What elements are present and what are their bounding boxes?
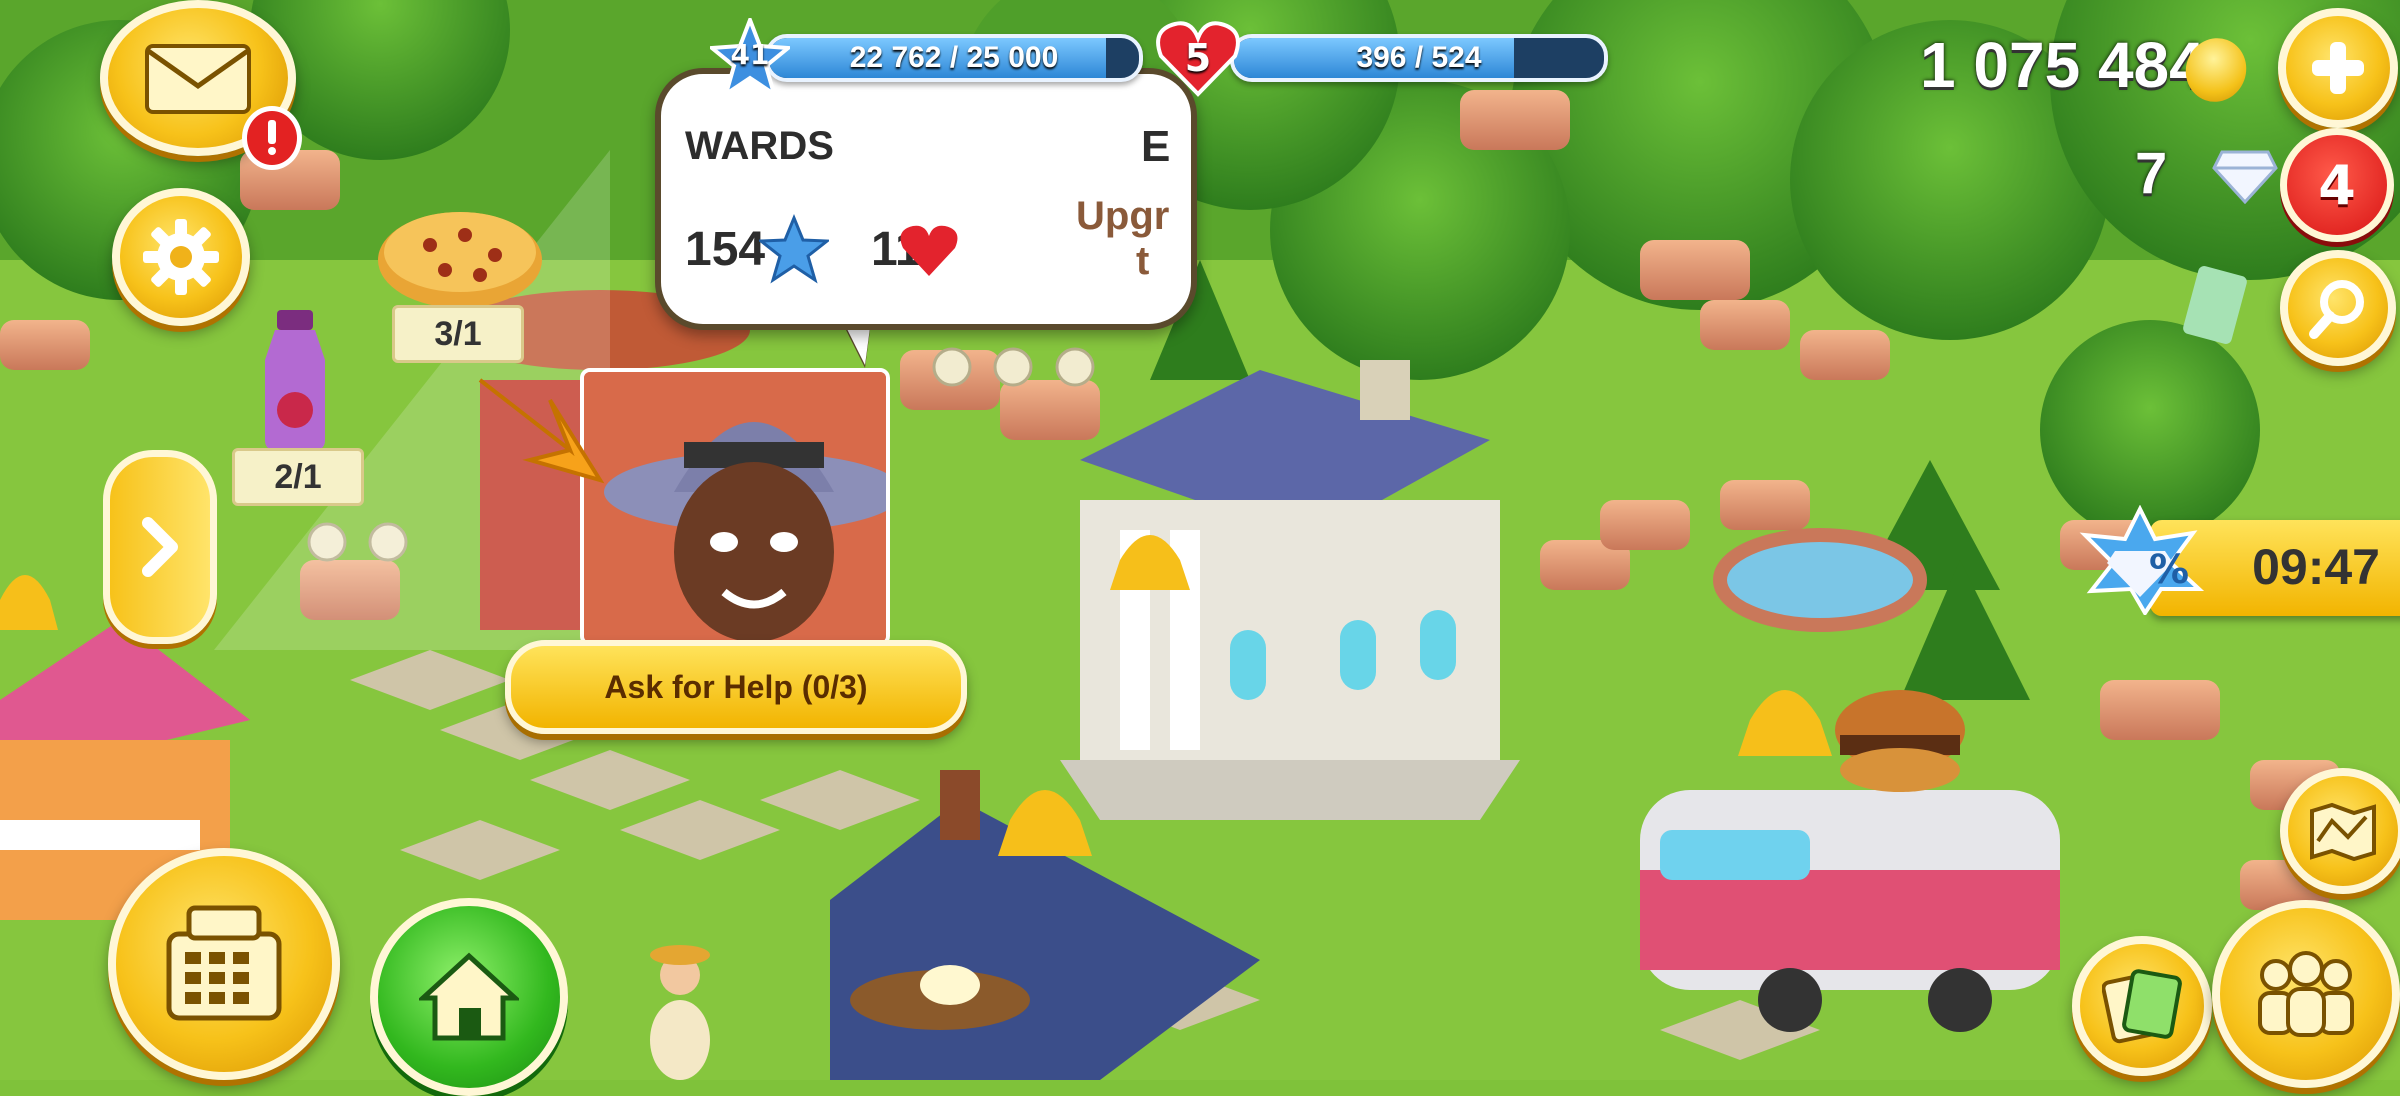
rewards-tooltip: WARDS 154 11 Upgr t E bbox=[655, 68, 1197, 330]
magnifier-icon bbox=[2309, 280, 2364, 339]
envelope-icon bbox=[145, 44, 251, 114]
pond bbox=[1713, 528, 1927, 632]
rewards-title: WARDS bbox=[685, 124, 834, 168]
map-icon bbox=[2310, 802, 2376, 861]
coins-value: 1 075 484 bbox=[1920, 29, 2205, 101]
xp-bar-text: 22 762 / 25 000 bbox=[849, 41, 1059, 74]
cash-register-icon bbox=[166, 905, 282, 1021]
ask-for-help-button[interactable]: Ask for Help (0/3) bbox=[505, 640, 967, 734]
friends-button[interactable] bbox=[2212, 900, 2400, 1088]
hearts-badge[interactable]: 5 bbox=[1155, 18, 1241, 98]
shop-button[interactable] bbox=[108, 848, 340, 1080]
people-icon bbox=[2258, 951, 2354, 1037]
chevron-right-icon bbox=[142, 517, 178, 577]
settings-button[interactable] bbox=[112, 188, 250, 326]
tooltip-edge-letter: E bbox=[1141, 122, 1171, 171]
diamond-sale-icon: % bbox=[2079, 505, 2205, 615]
svg-text:%: % bbox=[2149, 547, 2189, 593]
juice-quantity: 2/1 bbox=[232, 448, 364, 506]
juice-bottle-icon bbox=[265, 310, 325, 450]
sale-timer-text: 09:47 bbox=[2252, 539, 2380, 595]
hearts-value: 5 bbox=[1184, 36, 1212, 80]
heart-icon bbox=[900, 225, 958, 276]
visitor-portrait[interactable] bbox=[580, 368, 890, 646]
cards-icon bbox=[2102, 969, 2182, 1044]
cookie-icon bbox=[378, 212, 542, 308]
expand-menu-button[interactable] bbox=[103, 450, 217, 644]
home-button[interactable] bbox=[370, 898, 568, 1096]
gear-icon bbox=[143, 219, 219, 295]
add-currency-button[interactable] bbox=[2278, 8, 2398, 128]
notification-badge[interactable]: 4 bbox=[2280, 128, 2394, 242]
mail-alert-badge bbox=[242, 106, 302, 170]
town-xp-bar[interactable]: 396 / 524 bbox=[1230, 34, 1608, 82]
level-value: 41 bbox=[730, 38, 770, 71]
diamonds-value: 7 bbox=[2135, 141, 2168, 206]
arrow-pointer-icon bbox=[478, 378, 605, 484]
plus-icon bbox=[2312, 42, 2364, 94]
cowboy-visitor-icon bbox=[584, 372, 886, 642]
exclamation-icon bbox=[268, 120, 276, 155]
search-button[interactable] bbox=[2280, 250, 2396, 366]
juice-item[interactable] bbox=[255, 310, 335, 450]
xp-bar[interactable]: 22 762 / 25 000 bbox=[765, 34, 1143, 82]
town-xp-text: 396 / 524 bbox=[1356, 41, 1482, 74]
home-icon bbox=[419, 952, 519, 1041]
star-icon bbox=[759, 214, 829, 284]
cookie-quantity: 3/1 bbox=[392, 305, 524, 363]
upgrade-text: Upgr bbox=[1076, 194, 1170, 238]
cards-button[interactable] bbox=[2072, 936, 2212, 1076]
notification-count: 4 bbox=[2318, 153, 2356, 217]
cookie-item[interactable] bbox=[375, 200, 545, 310]
map-button[interactable] bbox=[2280, 768, 2400, 894]
rewards-stars-value: 154 bbox=[685, 223, 766, 276]
upgrade-text-2: t bbox=[1136, 239, 1150, 283]
ask-for-help-label: Ask for Help (0/3) bbox=[604, 668, 868, 705]
level-badge[interactable]: 41 bbox=[706, 14, 794, 99]
diamond-icon bbox=[2212, 150, 2278, 204]
